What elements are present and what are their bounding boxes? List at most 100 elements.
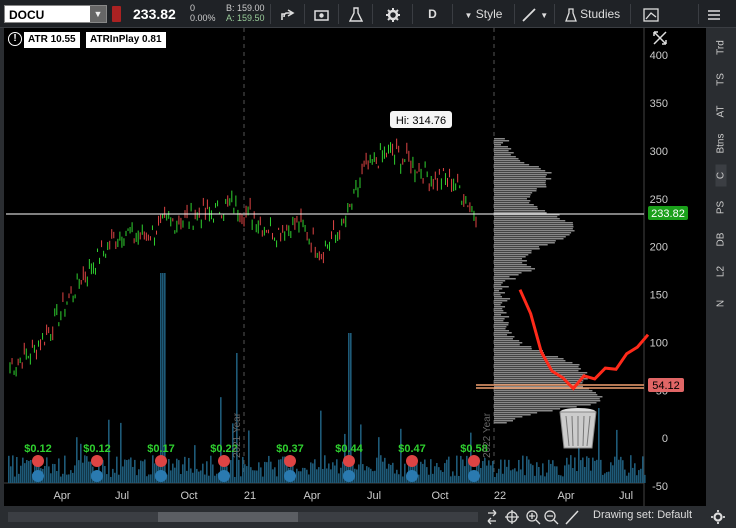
menu-button[interactable] [698, 4, 728, 24]
volume-bar [464, 466, 466, 483]
side-tab-ps[interactable]: PS [716, 197, 727, 219]
side-tab-ts[interactable]: TS [716, 69, 727, 91]
event-icon[interactable] [155, 470, 167, 482]
dividend-label: $0.12 [83, 443, 111, 455]
price-axis-label: 400 [650, 50, 668, 62]
style-button[interactable]: ▼ Style [452, 4, 514, 24]
volume-profile-bar [494, 342, 523, 344]
volume-bar [320, 410, 322, 483]
volume-bar [600, 459, 602, 483]
side-tab-db[interactable]: DB [716, 229, 727, 251]
side-tab-btns[interactable]: Btns [716, 133, 727, 155]
time-axis-label: Oct [431, 490, 448, 502]
settings-button[interactable] [708, 509, 728, 525]
settings-button[interactable] [372, 4, 412, 24]
volume-bar [388, 463, 390, 483]
volume-bar [620, 456, 622, 483]
volume-profile-bar [494, 178, 552, 180]
side-tab-trd[interactable]: Trd [716, 37, 727, 59]
event-icon[interactable] [284, 470, 296, 482]
volume-bar [520, 469, 522, 483]
volume-bar [234, 476, 236, 483]
volume-profile-bar [494, 198, 527, 200]
scrollbar-thumb[interactable] [158, 512, 298, 522]
time-axis: Apr Jul Oct 21 Apr Jul Oct 22 Apr Jul [53, 490, 633, 502]
pan-icon[interactable] [487, 509, 497, 525]
volume-bar [484, 457, 486, 483]
drawing-button[interactable]: ▼ [514, 4, 554, 24]
volume-bar [242, 456, 244, 483]
volume-profile-bar [494, 332, 512, 334]
expand-icon[interactable] [653, 31, 667, 45]
volume-bar [580, 460, 582, 483]
volume-bar [244, 464, 246, 483]
earnings-icon[interactable] [218, 455, 230, 467]
volume-profile-bar [494, 182, 546, 184]
volume-bar [70, 470, 72, 483]
event-icon[interactable] [468, 470, 480, 482]
side-tab-at[interactable]: AT [716, 101, 727, 123]
chevron-down-icon: ▼ [464, 11, 473, 20]
event-icon[interactable] [343, 470, 355, 482]
volume-profile-bar [494, 370, 579, 372]
volume-profile-bar [494, 232, 572, 234]
snapshot-button[interactable] [304, 4, 338, 24]
volume-bar [208, 475, 210, 483]
volume-bar [282, 456, 284, 483]
earnings-icon[interactable] [284, 455, 296, 467]
volume-profile-bar [494, 258, 523, 260]
volume-profile-bar [494, 142, 504, 144]
side-tab-l2[interactable]: L2 [716, 261, 727, 283]
earnings-icon[interactable] [32, 455, 44, 467]
volume-profile-bar [494, 246, 540, 248]
draw-line-icon[interactable] [565, 510, 579, 525]
volume-profile-bar [494, 374, 586, 376]
side-tab-c[interactable]: C [715, 164, 727, 187]
earnings-icon[interactable] [468, 455, 480, 467]
volume-profile-bar [494, 366, 579, 368]
volume-profile-bar [494, 348, 532, 350]
volume-bar [248, 430, 250, 483]
share-button[interactable] [270, 4, 304, 24]
symbol-field[interactable]: DOCU ▼ [4, 5, 107, 23]
volume-bar [586, 456, 588, 483]
crosshair-icon[interactable] [505, 510, 519, 524]
volume-bar [622, 460, 624, 483]
drawing-set-label[interactable]: Drawing set: Default [593, 509, 692, 521]
horizontal-scrollbar[interactable] [8, 512, 478, 522]
event-icon[interactable] [218, 470, 230, 482]
volume-bar [76, 437, 78, 483]
volume-profile-bar [494, 188, 537, 190]
event-icon[interactable] [91, 470, 103, 482]
event-icon[interactable] [406, 470, 418, 482]
volume-bar [518, 459, 520, 483]
pattern-button[interactable] [630, 4, 670, 24]
zoom-in-icon[interactable] [526, 510, 541, 525]
period-button[interactable]: D [412, 4, 452, 24]
chart-area[interactable]: $0.12 $0.12 $0.17 $0.22 $0.37 $0.44 $0.47 $0.58… [4, 28, 706, 506]
flask-button[interactable] [338, 4, 372, 24]
volume-bar [400, 428, 402, 483]
volume-bar [552, 460, 554, 483]
flag-icon[interactable] [112, 6, 121, 22]
earnings-icon[interactable] [155, 455, 167, 467]
earnings-icon[interactable] [91, 455, 103, 467]
alert-icon[interactable]: ! [8, 32, 22, 46]
volume-bar [390, 464, 392, 483]
event-icon[interactable] [32, 470, 44, 482]
level-price-tag-text: 54.12 [652, 380, 680, 392]
volume-bar [144, 459, 146, 483]
studies-button[interactable]: Studies [554, 4, 630, 24]
zoom-out-icon[interactable] [544, 510, 559, 525]
volume-bar [200, 470, 202, 483]
volume-bar [198, 471, 200, 483]
volume-profile-bar [494, 328, 506, 330]
chevron-down-icon[interactable]: ▼ [90, 6, 106, 22]
price-chart[interactable]: $0.12 $0.12 $0.17 $0.22 $0.37 $0.44 $0.47 $0.58… [4, 28, 706, 506]
earnings-icon[interactable] [343, 455, 355, 467]
side-tab-n[interactable]: N [716, 293, 727, 315]
earnings-icon[interactable] [406, 455, 418, 467]
volume-profile-bar [494, 244, 548, 246]
volume-bar [62, 473, 64, 483]
volume-profile-bar [494, 250, 532, 252]
